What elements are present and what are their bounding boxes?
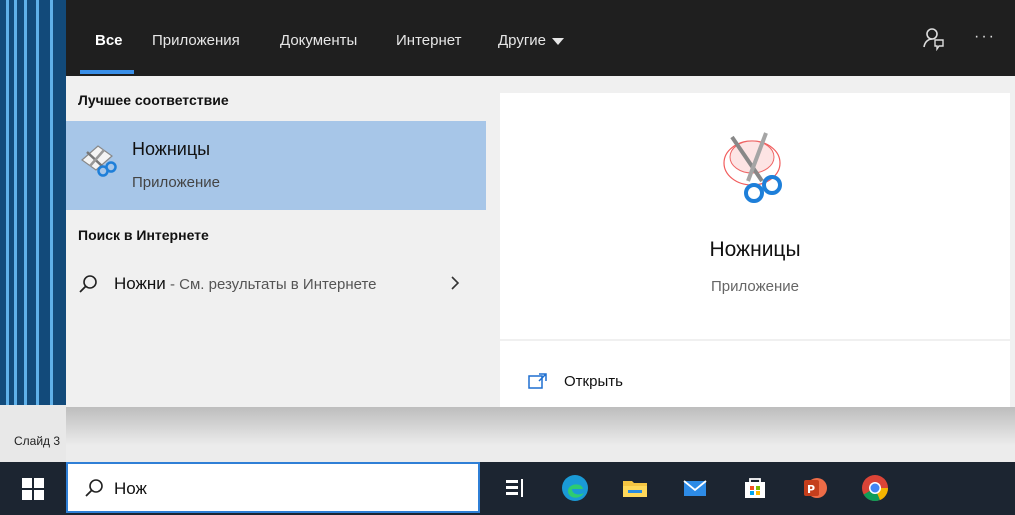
web-search-hint: - См. результаты в Интернете xyxy=(165,276,377,293)
tab-documents[interactable]: Документы xyxy=(280,32,357,49)
open-icon xyxy=(528,373,547,389)
more-options-icon[interactable]: ··· xyxy=(974,28,996,46)
results-list: Лучшее соответствие Ножницы Приложение П… xyxy=(66,76,486,407)
taskbar: P xyxy=(0,462,1015,515)
best-match-item[interactable]: Ножницы Приложение xyxy=(66,121,486,210)
windows-start-icon[interactable] xyxy=(22,478,44,500)
tab-other-label: Другие xyxy=(498,32,547,49)
slide-label: Слайд 3 xyxy=(14,434,61,448)
task-view-icon[interactable] xyxy=(500,473,530,503)
best-match-heading: Лучшее соответствие xyxy=(78,92,229,108)
open-label: Открыть xyxy=(564,373,623,390)
preview-actions: Открыть xyxy=(500,341,1010,407)
file-explorer-icon[interactable] xyxy=(620,473,650,503)
chrome-icon[interactable] xyxy=(860,473,890,503)
filter-tab-bar: Все Приложения Документы Интернет Другие… xyxy=(66,0,1015,76)
taskbar-search-box[interactable] xyxy=(66,462,480,513)
edge-icon[interactable] xyxy=(560,473,590,503)
best-match-subtitle: Приложение xyxy=(132,174,220,191)
feedback-icon[interactable] xyxy=(922,27,944,51)
tab-apps[interactable]: Приложения xyxy=(152,32,240,49)
preview-title: Ножницы xyxy=(709,238,801,261)
tab-all[interactable]: Все xyxy=(95,32,123,49)
web-search-heading: Поиск в Интернете xyxy=(78,227,209,243)
search-icon xyxy=(85,479,103,497)
search-panel: Все Приложения Документы Интернет Другие… xyxy=(66,0,1015,407)
store-icon[interactable] xyxy=(740,473,770,503)
tab-other[interactable]: Другие xyxy=(498,32,565,49)
web-search-item[interactable]: Ножни - См. результаты в Интернете xyxy=(66,262,486,306)
preview-card: Ножницы Приложение xyxy=(500,93,1010,339)
caret-down-icon xyxy=(552,37,565,45)
svg-text:P: P xyxy=(807,483,815,496)
active-tab-indicator xyxy=(80,70,134,74)
search-input[interactable] xyxy=(112,476,456,502)
best-match-title: Ножницы xyxy=(132,139,211,159)
web-search-text: Ножни - См. результаты в Интернете xyxy=(114,274,377,294)
panel-shadow xyxy=(66,407,1015,462)
tab-internet[interactable]: Интернет xyxy=(396,32,461,49)
desktop-background xyxy=(0,0,66,462)
snipping-tool-large-icon xyxy=(723,132,782,203)
chevron-right-icon[interactable] xyxy=(449,274,461,292)
search-icon xyxy=(79,275,97,293)
snipping-tool-icon xyxy=(81,145,117,177)
mail-icon[interactable] xyxy=(680,473,710,503)
web-search-query: Ножни xyxy=(114,274,166,293)
preview-subtitle: Приложение xyxy=(711,278,799,295)
powerpoint-icon[interactable]: P xyxy=(800,473,830,503)
